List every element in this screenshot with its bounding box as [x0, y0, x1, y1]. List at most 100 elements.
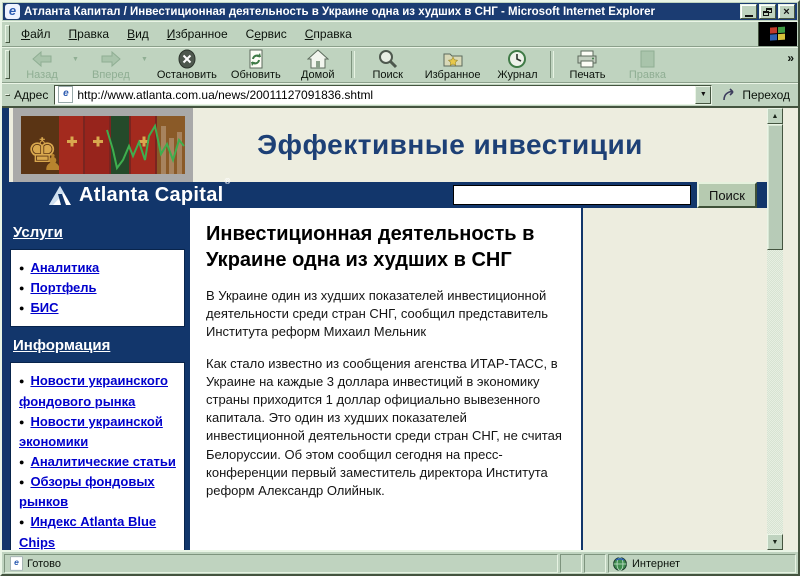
- list-item: ● Аналитика: [19, 258, 178, 278]
- history-button[interactable]: Журнал: [487, 47, 547, 82]
- menu-favorites[interactable]: Избранное: [158, 25, 237, 43]
- menu-edit[interactable]: Правка: [60, 25, 119, 43]
- print-button[interactable]: Печать: [557, 47, 617, 82]
- scroll-up-button[interactable]: ▲: [767, 108, 783, 124]
- security-zone-label: Интернет: [632, 558, 680, 570]
- site-logo: Atlanta Capital®: [49, 184, 453, 207]
- banner-title: Эффективные инвестиции: [193, 129, 767, 161]
- menu-help[interactable]: Справка: [296, 25, 361, 43]
- status-pane-empty: [584, 554, 606, 573]
- bullet-icon: ●: [19, 516, 24, 530]
- favorites-folder-icon: [442, 49, 464, 69]
- sidebar-link-analytic-articles[interactable]: Аналитические статьи: [30, 454, 175, 469]
- toolbar-separator: [550, 51, 554, 78]
- toolbar-grip[interactable]: [5, 50, 10, 79]
- banner-photo: ♚ ♟: [13, 108, 193, 182]
- sidebar-header-information[interactable]: Информация: [13, 337, 184, 354]
- list-item: ● БИС: [19, 298, 178, 318]
- search-button[interactable]: Поиск: [358, 47, 418, 82]
- restore-button[interactable]: [759, 4, 776, 19]
- ie-page-icon: e: [58, 86, 73, 103]
- toolbar-separator: [351, 51, 355, 78]
- page-right-background: [583, 208, 767, 550]
- bullet-icon: ●: [19, 302, 24, 316]
- bullet-icon: ●: [19, 456, 24, 470]
- article-paragraph: В Украине один из худших показателей инв…: [206, 287, 565, 342]
- refresh-button[interactable]: Обновить: [224, 47, 288, 82]
- home-button[interactable]: Домой: [288, 47, 348, 82]
- forward-button[interactable]: Вперед: [81, 47, 141, 82]
- page-body: Услуги ● Аналитика ● Портфель ● БИС Информа…: [2, 208, 767, 550]
- list-item: ●Новости украинской экономики: [19, 412, 178, 452]
- list-item: ●Обзоры фондовых рынков: [19, 472, 178, 512]
- status-text: Готово: [27, 558, 61, 570]
- sidebar-box-information: ●Новости украинского фондового рынка ●Но…: [10, 362, 185, 550]
- address-input-container: e ▼: [54, 85, 712, 105]
- sidebar-link-bis[interactable]: БИС: [30, 300, 58, 315]
- favorites-button[interactable]: Избранное: [418, 47, 488, 82]
- menu-items: Файл Правка Вид Избранное Сервис Справка: [12, 22, 758, 46]
- restore-icon: [763, 8, 772, 16]
- edit-button[interactable]: Правка: [617, 47, 677, 82]
- go-arrow-icon: [722, 88, 738, 102]
- sidebar-link-ukr-market-news[interactable]: Новости украинского фондового рынка: [19, 373, 168, 408]
- sidebar-header-services[interactable]: Услуги: [13, 224, 184, 241]
- addressbar-grip[interactable]: [5, 94, 10, 96]
- scrollbar-thumb[interactable]: [767, 124, 783, 250]
- menu-tools[interactable]: Сервис: [237, 25, 296, 43]
- menu-view[interactable]: Вид: [118, 25, 158, 43]
- site-search-input[interactable]: [453, 185, 691, 205]
- ie-icon: e: [5, 4, 20, 19]
- menu-file[interactable]: Файл: [12, 25, 60, 43]
- site-search-button[interactable]: Поиск: [697, 182, 757, 208]
- back-dropdown[interactable]: ▼: [72, 47, 81, 82]
- sidebar-link-analytics[interactable]: Аналитика: [30, 260, 99, 275]
- site-header: Atlanta Capital® Поиск: [2, 182, 767, 208]
- registered-mark: ®: [225, 177, 231, 186]
- address-input[interactable]: [77, 87, 695, 103]
- menu-bar: Файл Правка Вид Избранное Сервис Справка: [2, 21, 798, 46]
- scrollbar-track[interactable]: [767, 250, 783, 534]
- article-paragraph: Как стало известно из сообщения агенства…: [206, 355, 565, 501]
- sidebar-link-market-reviews[interactable]: Обзоры фондовых рынков: [19, 474, 155, 509]
- stop-button[interactable]: Остановить: [150, 47, 224, 82]
- search-icon: [378, 49, 398, 69]
- address-label: Адрес: [14, 88, 48, 102]
- toolbar-overflow-chevron[interactable]: »: [787, 51, 794, 65]
- forward-arrow-icon: [100, 49, 122, 69]
- windows-flag-throbber-icon: [758, 22, 797, 46]
- home-icon: [307, 49, 329, 69]
- browser-window: e Атланта Капитал / Инвестиционная деяте…: [0, 0, 800, 576]
- page-left-border: [2, 108, 9, 550]
- toolbar: Назад ▼ Вперед ▼ Остановить Обновить Дом…: [2, 46, 798, 82]
- list-item: ● Портфель: [19, 278, 178, 298]
- atlanta-triangle-icon: [49, 186, 71, 205]
- scroll-down-button[interactable]: ▼: [767, 534, 783, 550]
- back-button[interactable]: Назад: [12, 47, 72, 82]
- list-item: ●Индекс Atlanta Blue Chips: [19, 512, 178, 550]
- address-dropdown-button[interactable]: ▼: [695, 86, 711, 104]
- sidebar-link-ukr-economy-news[interactable]: Новости украинской экономики: [19, 414, 163, 449]
- edit-page-icon: [638, 49, 656, 69]
- back-arrow-icon: [31, 49, 53, 69]
- bullet-icon: ●: [19, 282, 24, 296]
- window-title: Атланта Капитал / Инвестиционная деятель…: [24, 6, 738, 18]
- globe-icon: [613, 557, 627, 571]
- sidebar-link-atlanta-blue-chips[interactable]: Индекс Atlanta Blue Chips: [19, 514, 156, 549]
- menubar-grip[interactable]: [5, 25, 10, 43]
- close-button[interactable]: ×: [778, 4, 795, 19]
- address-bar: Адрес e ▼ Переход: [2, 82, 798, 106]
- list-item: ●Новости украинского фондового рынка: [19, 371, 178, 411]
- browser-viewport: ♚ ♟ Эффективные инвестиции: [2, 106, 798, 551]
- article: Инвестиционная деятельность в Украине од…: [188, 208, 583, 550]
- sidebar-link-portfolio[interactable]: Портфель: [30, 280, 96, 295]
- forward-dropdown[interactable]: ▼: [141, 47, 150, 82]
- article-title: Инвестиционная деятельность в Украине од…: [206, 221, 565, 273]
- minimize-button[interactable]: [740, 4, 757, 19]
- status-zone-pane: Интернет: [608, 554, 796, 573]
- go-button[interactable]: Переход: [718, 86, 794, 104]
- status-bar: e Готово Интернет: [2, 551, 798, 574]
- bullet-icon: ●: [19, 476, 24, 490]
- bullet-icon: ●: [19, 262, 24, 276]
- status-pane-empty: [560, 554, 582, 573]
